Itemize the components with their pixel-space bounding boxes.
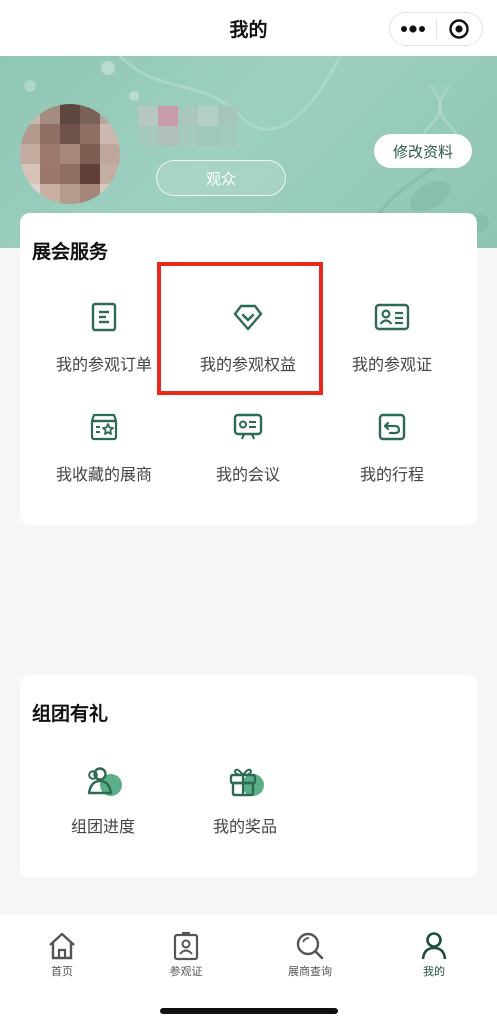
id-card-icon [374, 303, 410, 331]
group-item-progress[interactable]: 组团进度 [28, 763, 178, 863]
itinerary-icon [378, 413, 406, 441]
service-label: 我的参观订单 [55, 355, 152, 374]
home-indicator [160, 1008, 338, 1014]
edit-profile-button[interactable]: 修改资料 [374, 134, 472, 168]
store-favorite-icon [90, 413, 118, 441]
role-tag: 观众 [156, 160, 286, 196]
service-label: 我的参观权益 [199, 355, 296, 374]
avatar[interactable] [20, 104, 120, 204]
services-card: 展会服务 我的参观订单 我的参观权益 我的参观证 我收藏的展商 我的会议 我的行… [20, 213, 477, 525]
tab-mine[interactable]: 我的 [372, 931, 496, 979]
diamond-icon [233, 304, 263, 331]
service-item-favorites[interactable]: 我收藏的展商 [29, 411, 179, 511]
service-item-meetings[interactable]: 我的会议 [173, 411, 323, 511]
tab-exhibitor-search[interactable]: 展商查询 [248, 931, 372, 979]
tab-label: 我的 [423, 965, 445, 978]
home-icon [49, 932, 75, 960]
tab-label: 展商查询 [288, 965, 332, 978]
group-card: 组团有礼 组团进度 我的奖品 [20, 675, 477, 878]
service-label: 我的参观证 [351, 355, 432, 374]
nav-bar: 我的 [0, 0, 497, 56]
tab-label: 首页 [51, 965, 73, 978]
more-dots-icon[interactable] [390, 13, 436, 45]
service-item-benefits[interactable]: 我的参观权益 [173, 301, 323, 401]
meeting-icon [233, 413, 263, 440]
person-icon [421, 932, 447, 960]
miniprogram-capsule [389, 12, 483, 46]
service-item-orders[interactable]: 我的参观订单 [29, 301, 179, 401]
group-title: 组团有礼 [32, 703, 109, 725]
order-icon [91, 302, 117, 332]
group-label: 我的奖品 [212, 817, 277, 836]
tab-label: 参观证 [169, 965, 203, 978]
tab-home[interactable]: 首页 [0, 931, 124, 979]
service-label: 我收藏的展商 [55, 465, 152, 484]
page-title: 我的 [229, 18, 268, 41]
badge-icon [173, 931, 199, 961]
service-item-visitor-pass[interactable]: 我的参观证 [317, 301, 467, 401]
service-label: 我的会议 [215, 465, 280, 484]
search-icon [296, 932, 324, 960]
services-title: 展会服务 [32, 241, 109, 263]
tab-visitor-pass[interactable]: 参观证 [124, 931, 248, 979]
service-label: 我的行程 [359, 465, 424, 484]
gift-icon [229, 768, 264, 797]
group-label: 组团进度 [70, 817, 135, 836]
service-item-itinerary[interactable]: 我的行程 [317, 411, 467, 511]
username-blurred [138, 106, 238, 146]
group-item-prizes[interactable]: 我的奖品 [170, 763, 320, 863]
target-icon[interactable] [437, 13, 483, 45]
group-icon [87, 767, 122, 796]
